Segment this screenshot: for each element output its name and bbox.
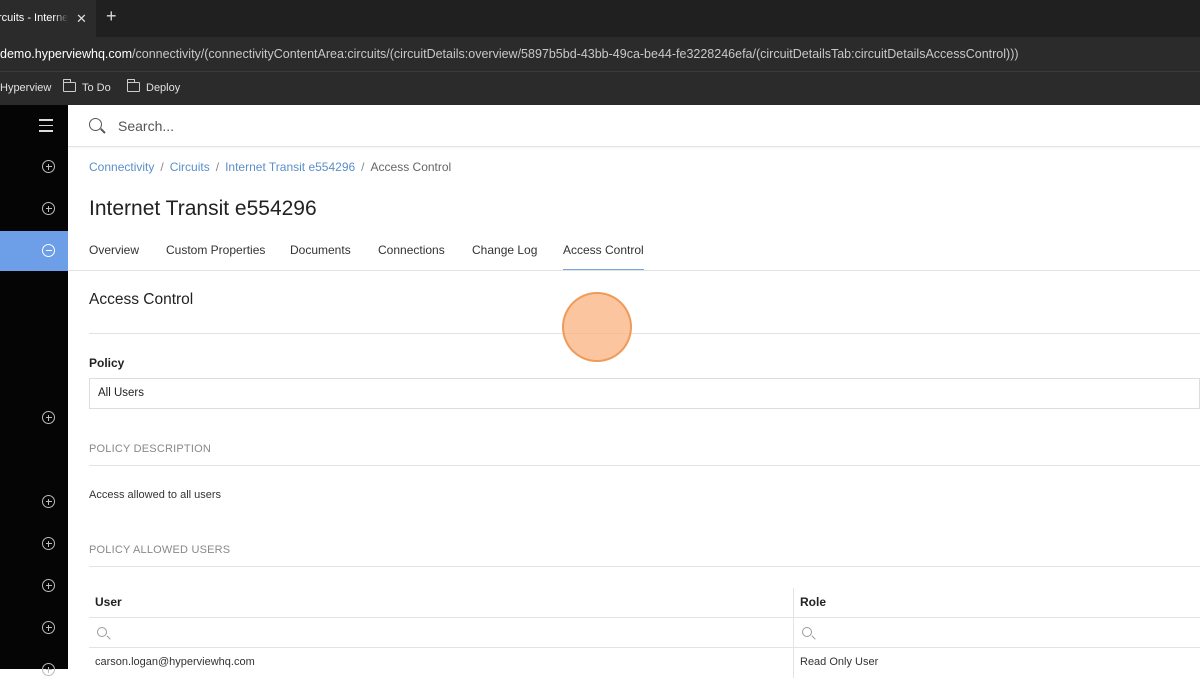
url-host: demo.hyperviewhq.com [0,47,133,61]
circuit-tabs: Overview Custom Properties Documents Con… [89,240,1200,271]
bookmark-to-do[interactable]: To Do [62,72,111,105]
tab-connections[interactable]: Connections [378,240,445,271]
search-icon [802,627,812,637]
policy-label: Policy [89,356,125,370]
breadcrumb-separator: / [361,160,365,174]
breadcrumb-separator: / [160,160,164,174]
browser-tab-bar: rcuits - Interne ✕ + [0,0,1200,37]
table-row-user[interactable]: carson.logan@hyperviewhq.com [89,648,255,677]
sidebar-expand-button-5[interactable] [0,524,68,564]
app-sidebar [0,105,68,676]
description-divider [89,465,1200,466]
plus-circle-icon [42,663,55,676]
breadcrumb-separator: / [215,160,220,174]
breadcrumb-circuit[interactable]: Internet Transit e554296 [225,160,355,174]
global-search-bar [68,105,1200,147]
user-filter-input[interactable] [89,618,793,647]
new-tab-button[interactable]: + [106,6,117,27]
sidebar-expand-button-6[interactable] [0,566,68,606]
plus-circle-icon [42,495,55,508]
tab-access-control[interactable]: Access Control [563,240,644,271]
column-header-user[interactable]: User [89,588,122,617]
policy-select[interactable]: All Users [89,378,1200,409]
search-icon [97,627,107,637]
minus-circle-icon [42,244,55,257]
page-title: Internet Transit e554296 [89,197,317,220]
section-title: Access Control [89,291,194,308]
section-divider [89,333,1200,334]
sidebar-expand-button-2[interactable] [0,189,68,229]
breadcrumb-current: Access Control [370,160,452,174]
sidebar-expand-button-1[interactable] [0,147,68,187]
plus-circle-icon [42,537,55,550]
click-indicator [562,292,632,362]
bookmarks-bar: Hyperview To Do Deploy [0,71,1200,105]
bookmark-label: To Do [82,82,111,94]
policy-description: Access allowed to all users [89,489,222,501]
plus-circle-icon [42,411,55,424]
bookmark-hyperview[interactable]: Hyperview [0,72,51,105]
close-tab-icon[interactable]: ✕ [76,0,87,37]
plus-circle-icon [42,202,55,215]
browser-tab[interactable]: rcuits - Interne ✕ [0,0,96,37]
breadcrumb: Connectivity / Circuits / Internet Transit e… [89,160,451,174]
tab-documents[interactable]: Documents [290,240,351,271]
table-row-role[interactable]: Read Only User [794,648,878,677]
sidebar-expand-button-3[interactable] [0,398,68,438]
allowed-users-divider [89,566,1200,567]
filter-divider [89,647,1200,648]
tab-change-log[interactable]: Change Log [472,240,537,271]
tab-overview[interactable]: Overview [89,240,139,271]
sidebar-expand-button-4[interactable] [0,482,68,522]
bookmark-deploy[interactable]: Deploy [126,72,181,105]
url-text[interactable]: demo.hyperviewhq.com/connectivity/(conne… [0,37,1200,71]
breadcrumb-circuits[interactable]: Circuits [170,160,210,174]
folder-icon [62,79,76,93]
policy-allowed-users-heading: POLICY ALLOWED USERS [89,544,231,556]
plus-circle-icon [42,579,55,592]
tab-custom-properties[interactable]: Custom Properties [166,240,265,271]
url-path: /connectivity/(connectivityContentArea:c… [132,47,1019,61]
plus-circle-icon [42,160,55,173]
plus-circle-icon [42,621,55,634]
breadcrumb-connectivity[interactable]: Connectivity [89,160,154,174]
sidebar-collapse-button-connectivity[interactable] [0,231,68,271]
column-divider [793,588,794,678]
role-filter-input[interactable] [794,618,1200,647]
menu-icon[interactable] [39,119,53,132]
browser-tab-title: rcuits - Interne [0,12,68,24]
tabs-divider [68,270,1200,271]
sidebar-expand-button-7[interactable] [0,608,68,648]
search-icon [89,118,102,131]
search-input[interactable] [116,115,516,137]
sidebar-expand-button-8[interactable] [0,650,68,690]
policy-description-heading: POLICY DESCRIPTION [89,443,211,455]
folder-icon [126,79,140,93]
address-bar[interactable]: demo.hyperviewhq.com/connectivity/(conne… [0,37,1200,71]
bookmark-label: Deploy [146,82,181,94]
column-header-role[interactable]: Role [794,588,826,617]
